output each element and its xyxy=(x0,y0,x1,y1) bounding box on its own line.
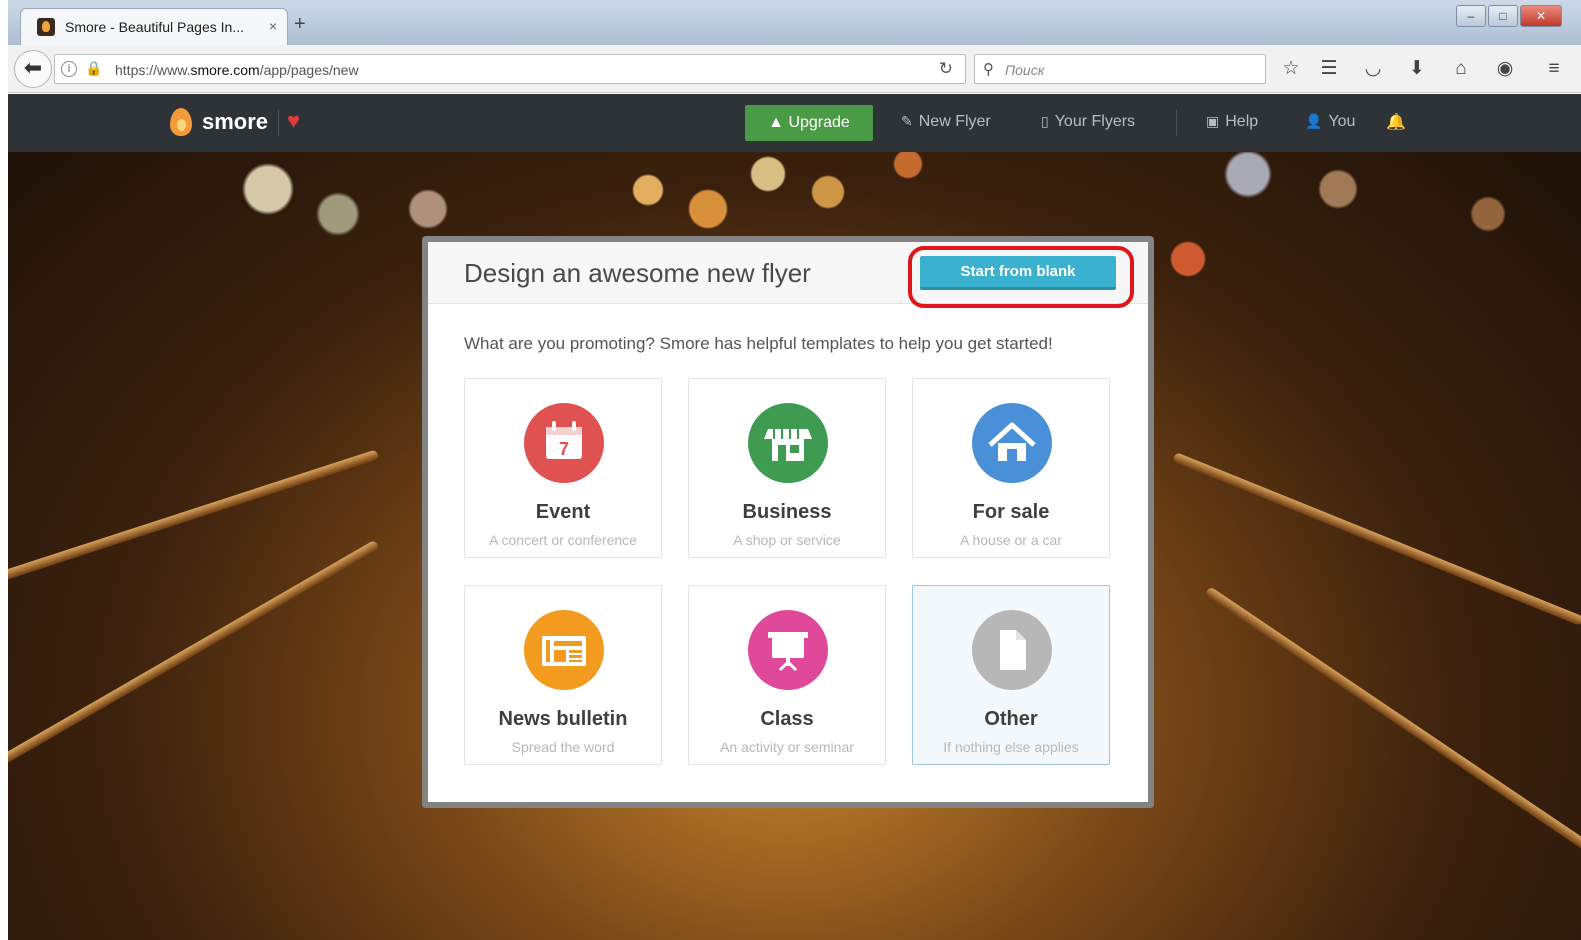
nav-your-flyers[interactable]: ▯ Your Flyers xyxy=(1041,113,1135,131)
presentation-board-icon xyxy=(748,610,828,690)
upgrade-button[interactable]: ▲ Upgrade xyxy=(745,105,873,141)
smore-topbar: smore ♥ ▲ Upgrade ✎ New Flyer ▯ Your Flyer… xyxy=(8,94,1581,152)
new-flyer-dialog: Design an awesome new flyer Start from b… xyxy=(422,236,1154,808)
file-icon: ▯ xyxy=(1041,113,1049,129)
back-arrow-icon[interactable]: ⬅ xyxy=(14,50,52,88)
tab-close-icon[interactable]: × xyxy=(269,18,277,34)
lock-icon: 🔒 xyxy=(85,60,103,76)
dialog-subtitle: What are you promoting? Smore has helpfu… xyxy=(464,334,1053,353)
template-card-news-bulletin[interactable]: News bulletin Spread the word xyxy=(464,585,662,765)
user-icon: 👤 xyxy=(1305,113,1323,129)
chat-icon[interactable]: ◉ xyxy=(1492,57,1518,83)
rail-decoration xyxy=(1204,586,1581,852)
template-card-business[interactable]: Business A shop or service xyxy=(688,378,886,558)
rail-decoration xyxy=(1172,451,1581,627)
card-description: A house or a car xyxy=(960,532,1062,548)
house-icon xyxy=(972,403,1052,483)
card-label: News bulletin xyxy=(498,708,628,730)
calendar-icon: 7 xyxy=(524,403,604,483)
start-from-blank-button[interactable]: Start from blank xyxy=(920,256,1116,290)
menu-icon[interactable]: ≡ xyxy=(1541,57,1567,83)
nav-divider xyxy=(1176,110,1177,136)
card-description: A shop or service xyxy=(733,532,841,548)
pocket-icon[interactable]: ◡ xyxy=(1360,57,1386,83)
your-flyers-label: Your Flyers xyxy=(1054,113,1136,130)
minimize-button[interactable]: – xyxy=(1456,5,1486,27)
tab-title: Smore - Beautiful Pages In... xyxy=(65,19,244,35)
browser-navbar: ⬅ i 🔒 https://www.smore.com/app/pages/ne… xyxy=(8,45,1581,93)
bell-icon[interactable]: 🔔 xyxy=(1386,112,1406,132)
url-text[interactable]: https://www.smore.com/app/pages/new xyxy=(115,62,359,78)
document-icon xyxy=(972,610,1052,690)
card-description: An activity or seminar xyxy=(720,739,854,755)
card-label: Class xyxy=(760,708,814,730)
search-placeholder: Поиск xyxy=(1005,62,1045,78)
url-path: /app/pages/new xyxy=(259,62,359,78)
rail-decoration xyxy=(8,539,380,779)
svg-text:7: 7 xyxy=(559,439,569,459)
brand-divider xyxy=(278,110,279,136)
new-flyer-label: New Flyer xyxy=(918,113,991,130)
card-label: Other xyxy=(984,708,1038,730)
browser-window: Smore - Beautiful Pages In... × + – □ ✕ … xyxy=(8,0,1581,940)
edit-icon: ✎ xyxy=(901,113,913,129)
download-icon[interactable]: ⬇ xyxy=(1404,57,1430,83)
card-description: A concert or conference xyxy=(489,532,637,548)
reload-icon[interactable]: ↻ xyxy=(939,59,953,79)
card-description: If nothing else applies xyxy=(943,739,1079,755)
search-icon: ⚲ xyxy=(983,61,994,78)
url-prefix: https://www. xyxy=(115,62,191,78)
bookmark-star-icon[interactable]: ☆ xyxy=(1278,57,1304,83)
heart-icon[interactable]: ♥ xyxy=(287,110,300,132)
help-label: Help xyxy=(1225,113,1259,130)
smore-flame-logo-icon[interactable] xyxy=(170,108,192,136)
template-card-event[interactable]: 7 Event A concert or conference xyxy=(464,378,662,558)
card-description: Spread the word xyxy=(511,739,615,755)
nav-you[interactable]: 👤 You xyxy=(1305,113,1355,131)
template-card-for-sale[interactable]: For sale A house or a car xyxy=(912,378,1110,558)
nav-new-flyer[interactable]: ✎ New Flyer xyxy=(901,113,991,131)
info-icon[interactable]: i xyxy=(61,61,77,77)
reading-list-icon[interactable]: ☰ xyxy=(1316,57,1342,83)
tab-strip: Smore - Beautiful Pages In... × + – □ ✕ xyxy=(8,0,1581,45)
newspaper-icon xyxy=(524,610,604,690)
you-label: You xyxy=(1328,113,1356,130)
home-icon[interactable]: ⌂ xyxy=(1448,57,1474,83)
dialog-header: Design an awesome new flyer Start from b… xyxy=(428,242,1148,308)
url-domain: smore.com xyxy=(190,62,260,78)
card-label: Event xyxy=(535,501,591,523)
nav-help[interactable]: ▣ Help xyxy=(1206,113,1258,131)
new-tab-button[interactable]: + xyxy=(294,14,306,34)
smore-favicon-icon xyxy=(37,18,55,36)
address-bar[interactable]: i 🔒 https://www.smore.com/app/pages/new … xyxy=(54,54,966,84)
storefront-icon xyxy=(748,403,828,483)
help-icon: ▣ xyxy=(1206,113,1220,129)
brand-name[interactable]: smore xyxy=(202,109,268,135)
page-background: smore ♥ ▲ Upgrade ✎ New Flyer ▯ Your Flyer… xyxy=(8,94,1581,940)
window-close-button[interactable]: ✕ xyxy=(1520,5,1562,27)
upgrade-icon: ▲ xyxy=(768,114,784,131)
template-card-other[interactable]: Other If nothing else applies xyxy=(912,585,1110,765)
card-label: Business xyxy=(742,501,832,523)
dialog-title: Design an awesome new flyer xyxy=(464,258,811,288)
card-label: For sale xyxy=(972,501,1050,523)
upgrade-label: Upgrade xyxy=(788,114,850,131)
search-input[interactable]: ⚲ Поиск xyxy=(974,54,1266,84)
maximize-button[interactable]: □ xyxy=(1488,5,1518,27)
template-card-class[interactable]: Class An activity or seminar xyxy=(688,585,886,765)
browser-tab[interactable]: Smore - Beautiful Pages In... × xyxy=(20,8,288,45)
